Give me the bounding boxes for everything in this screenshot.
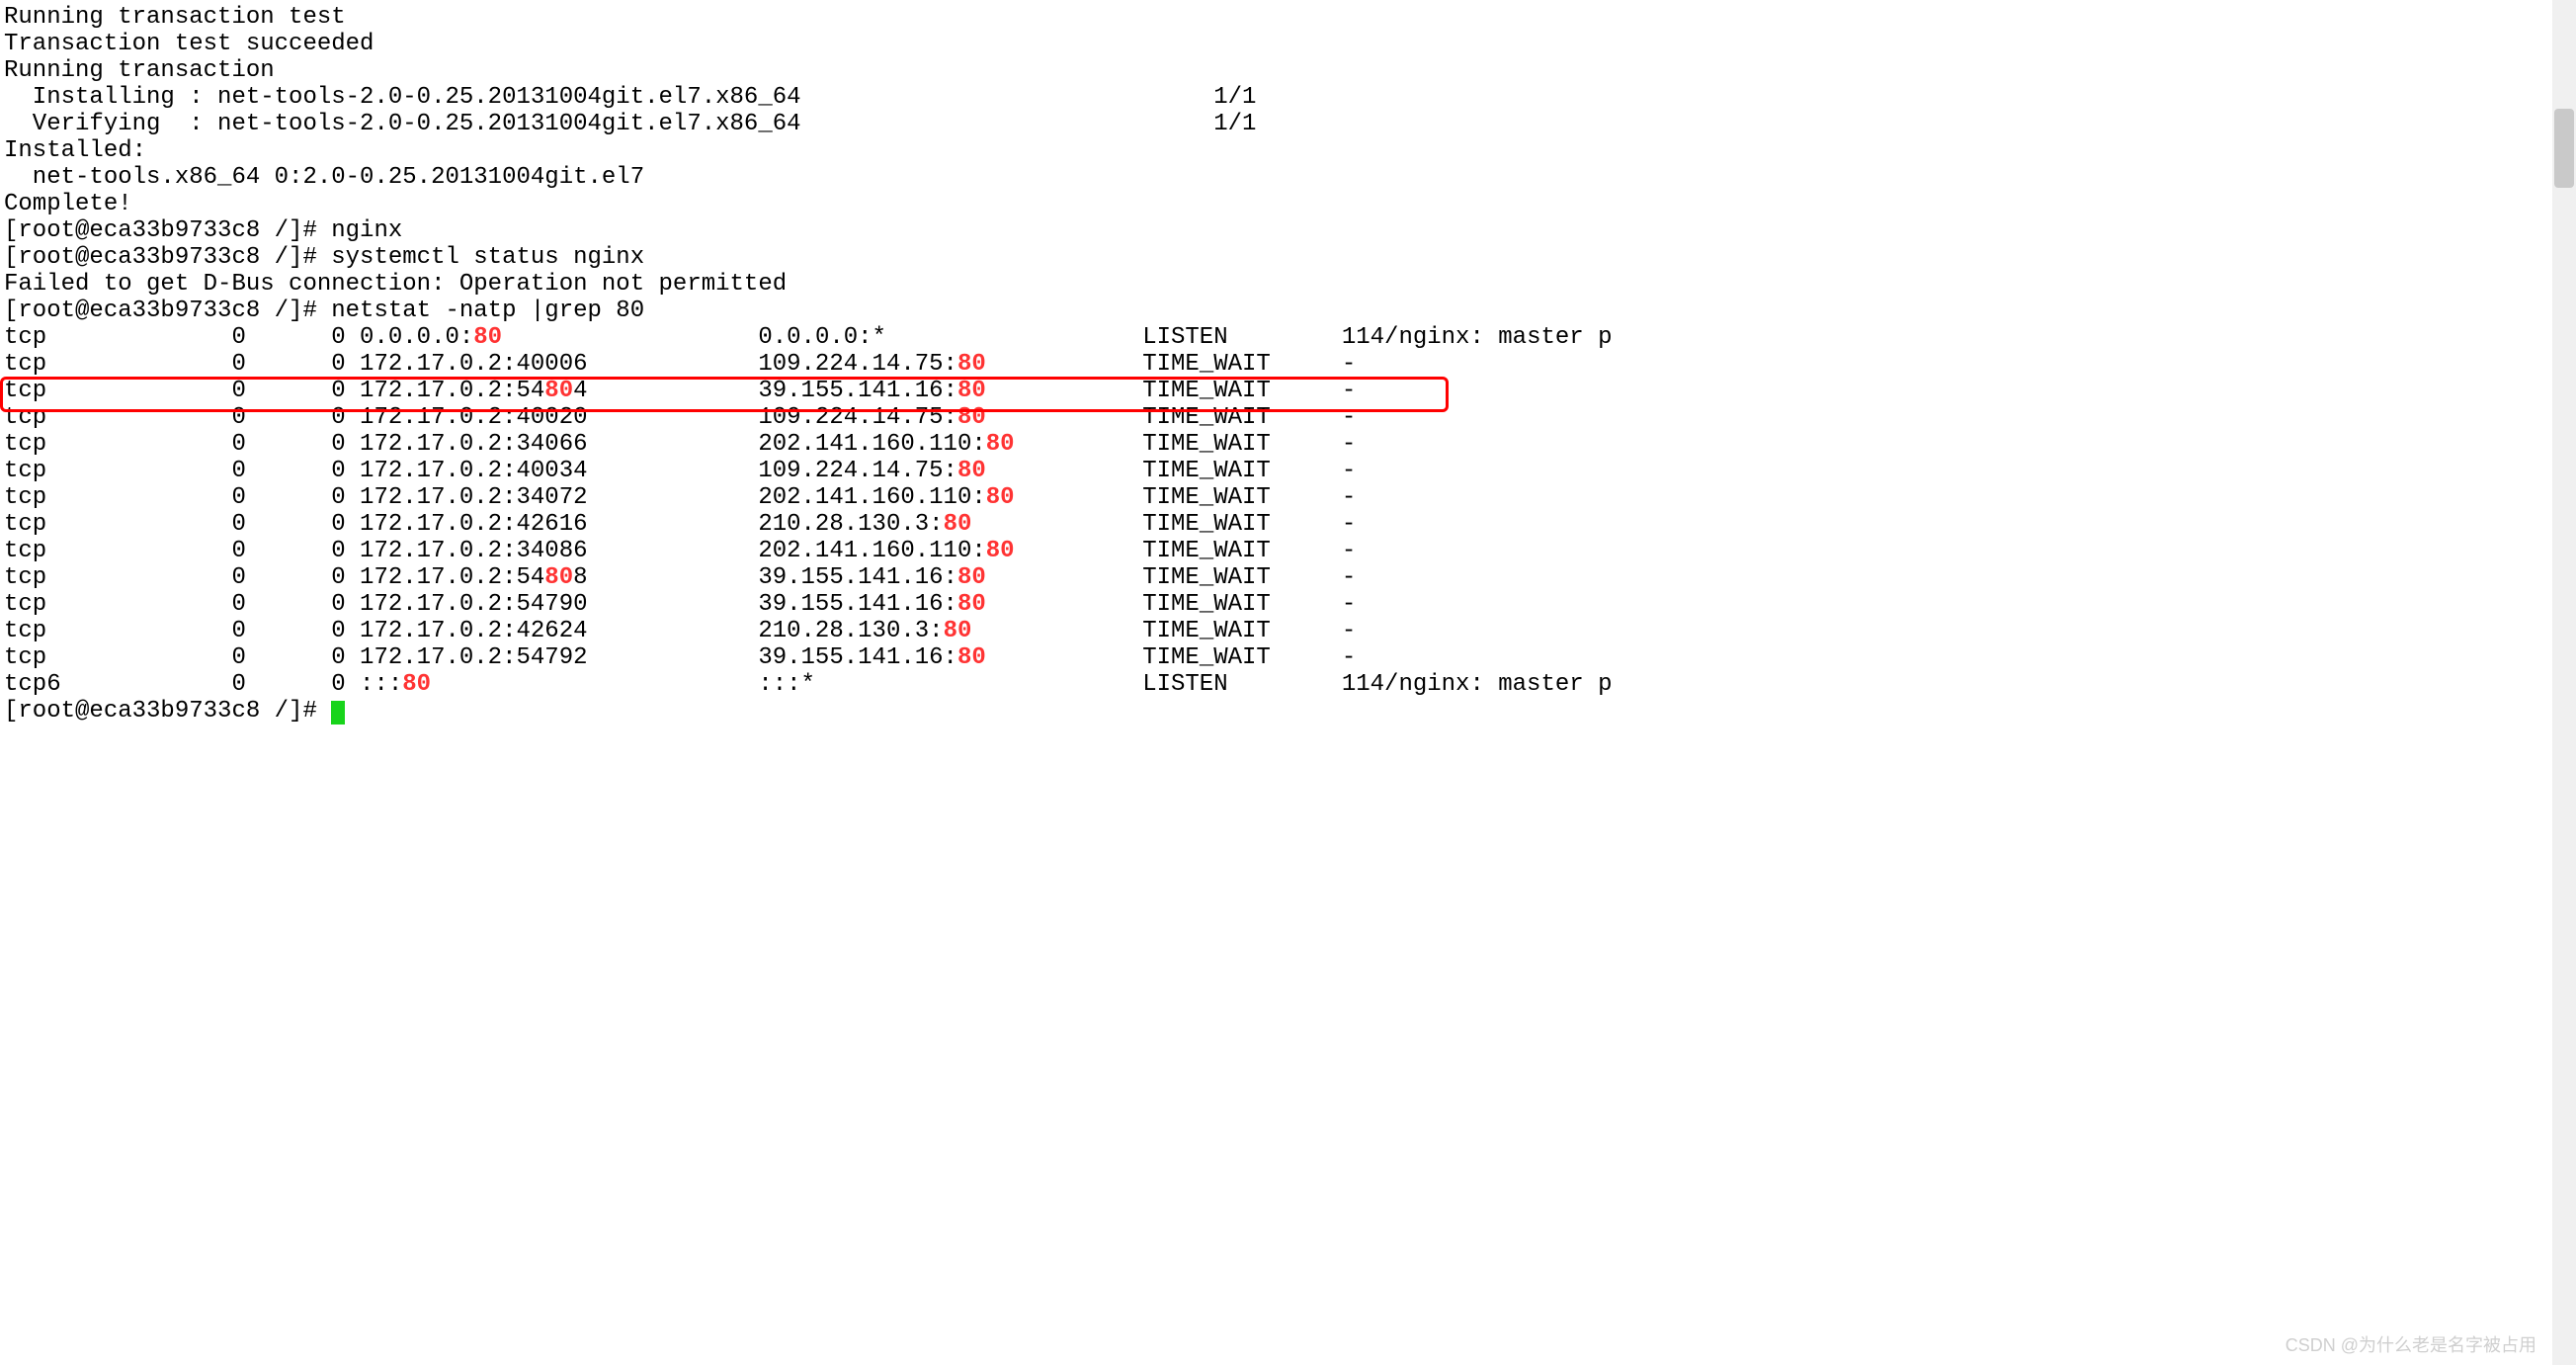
netstat-row: tcp 0 0 172.17.0.2:54808 39.155.141.16:8… xyxy=(4,564,2572,591)
terminal-output-line: [root@eca33b9733c8 /]# netstat -natp |gr… xyxy=(4,298,2572,324)
vertical-scrollbar[interactable] xyxy=(2552,0,2576,1365)
terminal-output-line: [root@eca33b9733c8 /]# systemctl status … xyxy=(4,244,2572,271)
netstat-row: tcp 0 0 172.17.0.2:40034 109.224.14.75:8… xyxy=(4,458,2572,484)
netstat-row: tcp 0 0 0.0.0.0:80 0.0.0.0:* LISTEN 114/… xyxy=(4,324,2572,351)
terminal-output-line: Complete! xyxy=(4,191,2572,217)
grep-match: 80 xyxy=(957,644,986,671)
netstat-row: tcp 0 0 172.17.0.2:34072 202.141.160.110… xyxy=(4,484,2572,511)
grep-match: 80 xyxy=(944,618,972,644)
terminal-output-line: Failed to get D-Bus connection: Operatio… xyxy=(4,271,2572,298)
scrollbar-thumb[interactable] xyxy=(2554,109,2574,188)
grep-match: 80 xyxy=(986,538,1015,564)
grep-match: 80 xyxy=(544,378,573,404)
grep-match: 80 xyxy=(986,431,1015,458)
grep-match: 80 xyxy=(402,671,431,698)
terminal-output-line: Installed: xyxy=(4,137,2572,164)
grep-match: 80 xyxy=(957,351,986,378)
grep-match: 80 xyxy=(957,404,986,431)
netstat-row: tcp 0 0 172.17.0.2:34066 202.141.160.110… xyxy=(4,431,2572,458)
grep-match: 80 xyxy=(957,458,986,484)
netstat-row: tcp 0 0 172.17.0.2:54792 39.155.141.16:8… xyxy=(4,644,2572,671)
netstat-row: tcp6 0 0 :::80 :::* LISTEN 114/nginx: ma… xyxy=(4,671,2572,698)
terminal-output-line: Transaction test succeeded xyxy=(4,31,2572,57)
grep-match: 80 xyxy=(544,564,573,591)
netstat-row: tcp 0 0 172.17.0.2:40006 109.224.14.75:8… xyxy=(4,351,2572,378)
netstat-row: tcp 0 0 172.17.0.2:54804 39.155.141.16:8… xyxy=(4,378,2572,404)
install-progress-line: Installing : net-tools-2.0-0.25.20131004… xyxy=(4,84,2572,111)
grep-match: 80 xyxy=(944,511,972,538)
grep-match: 80 xyxy=(957,378,986,404)
grep-match: 80 xyxy=(986,484,1015,511)
netstat-row: tcp 0 0 172.17.0.2:40020 109.224.14.75:8… xyxy=(4,404,2572,431)
verify-progress-line: Verifying : net-tools-2.0-0.25.20131004g… xyxy=(4,111,2572,137)
netstat-row: tcp 0 0 172.17.0.2:54790 39.155.141.16:8… xyxy=(4,591,2572,618)
shell-prompt[interactable]: [root@eca33b9733c8 /]# xyxy=(4,698,2572,725)
terminal-output-line: Running transaction xyxy=(4,57,2572,84)
grep-match: 80 xyxy=(957,564,986,591)
netstat-row: tcp 0 0 172.17.0.2:42616 210.28.130.3:80… xyxy=(4,511,2572,538)
netstat-row: tcp 0 0 172.17.0.2:42624 210.28.130.3:80… xyxy=(4,618,2572,644)
terminal-output-line: Running transaction test xyxy=(4,4,2572,31)
netstat-row: tcp 0 0 172.17.0.2:34086 202.141.160.110… xyxy=(4,538,2572,564)
watermark-text: CSDN @为什么老是名字被占用 xyxy=(2285,1331,2536,1357)
grep-match: 80 xyxy=(957,591,986,618)
terminal-output-line: net-tools.x86_64 0:2.0-0.25.20131004git.… xyxy=(4,164,2572,191)
terminal-output-line: [root@eca33b9733c8 /]# nginx xyxy=(4,217,2572,244)
cursor-block xyxy=(331,701,345,725)
grep-match: 80 xyxy=(473,324,502,351)
